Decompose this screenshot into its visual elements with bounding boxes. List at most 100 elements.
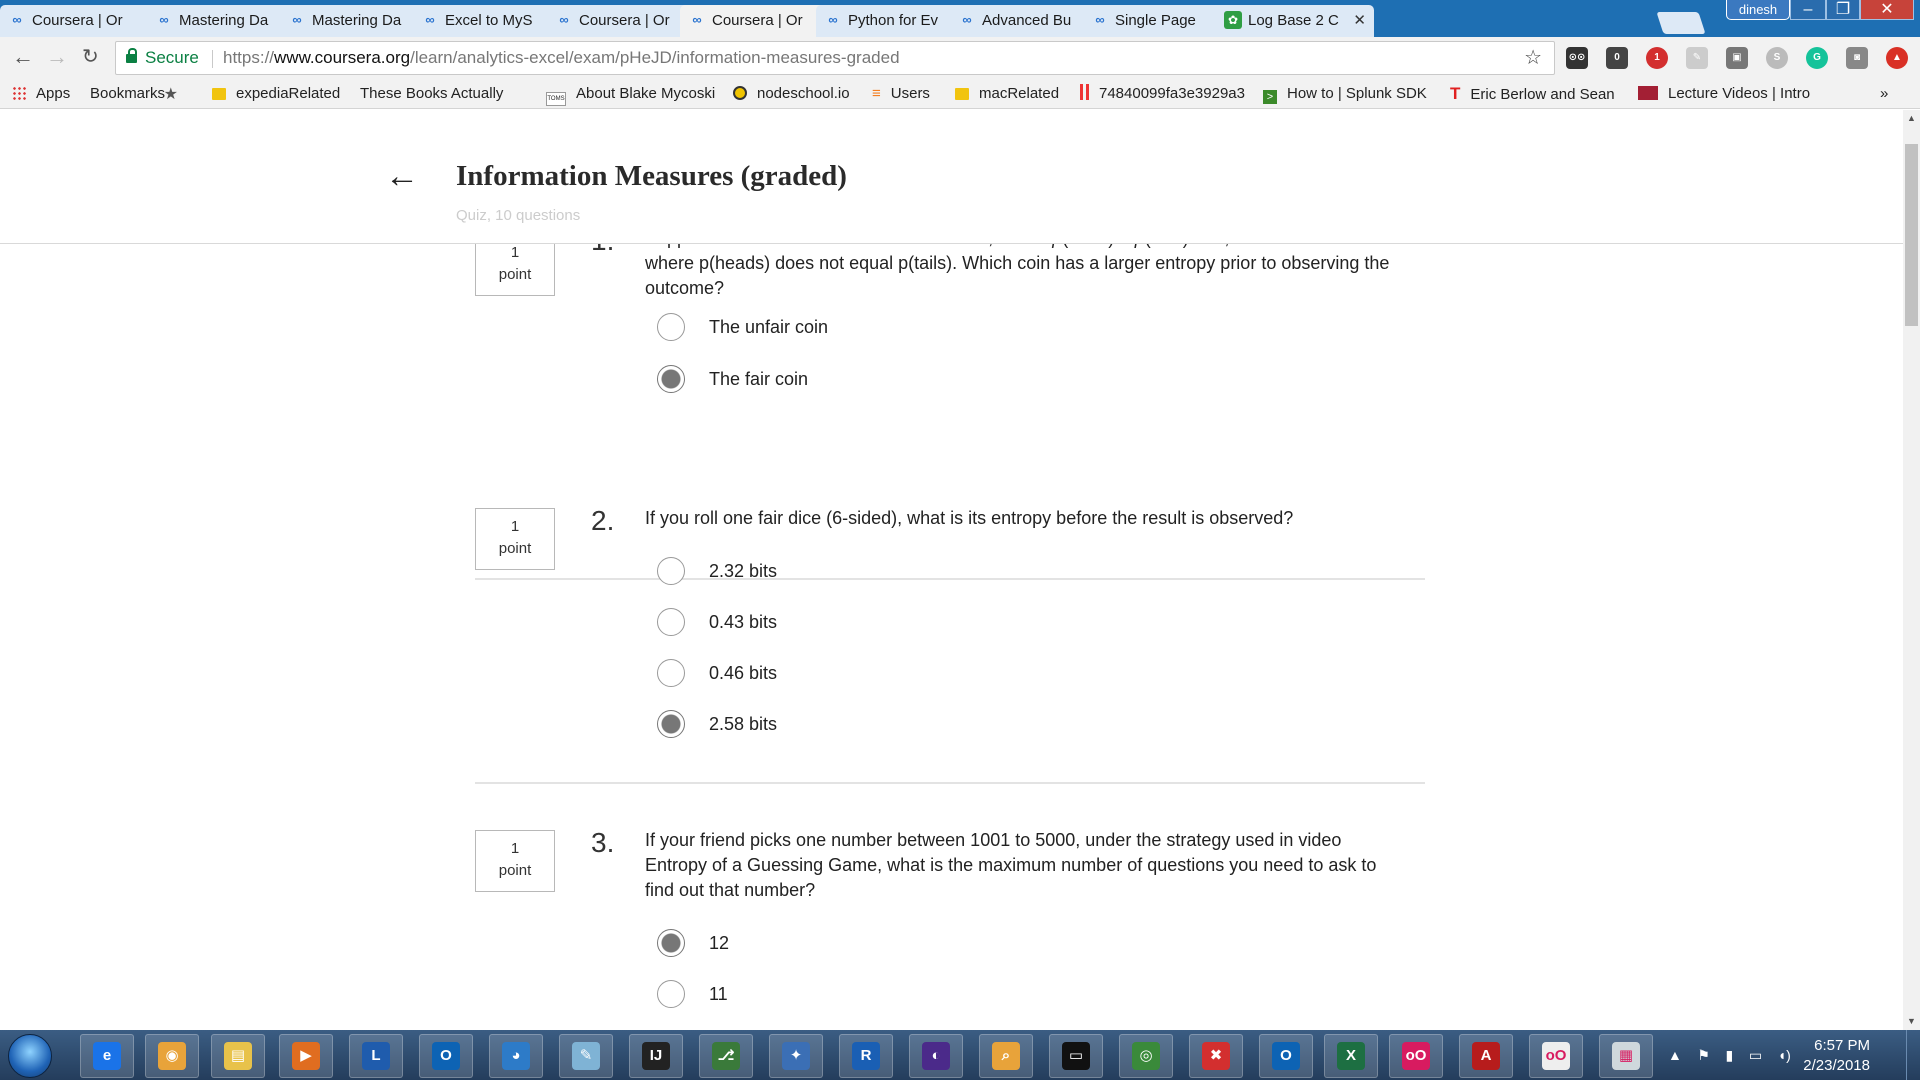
bookmark-item[interactable]: T Eric Berlow and Sean <box>1450 79 1630 110</box>
radio-unselected[interactable] <box>657 608 685 636</box>
quiz-header: ← Information Measures (graded) Quiz, 10… <box>0 110 1903 244</box>
radio-unselected[interactable] <box>657 313 685 341</box>
answer-option[interactable]: 2.32 bits <box>657 554 1257 586</box>
taskbar-file-explorer-icon[interactable]: ▤ <box>211 1034 265 1078</box>
answer-option[interactable]: 12 <box>657 926 1257 958</box>
browser-tab[interactable]: ∞Coursera | Or✕ <box>0 5 170 37</box>
taskbar-internet-explorer-icon[interactable]: e <box>80 1034 134 1078</box>
radio-selected[interactable] <box>657 710 685 738</box>
taskbar-outlook-icon[interactable]: O <box>419 1034 473 1078</box>
answer-option[interactable]: The fair coin <box>657 362 1257 394</box>
volume-icon[interactable]: ◖) <box>1778 1047 1791 1063</box>
flag-icon[interactable]: ⚑ <box>1697 1047 1710 1063</box>
start-button[interactable] <box>8 1034 52 1078</box>
secure-indicator[interactable]: Secure <box>126 42 199 74</box>
taskbar-coursera-app-icon[interactable]: oO <box>1529 1034 1583 1078</box>
scroll-down-icon[interactable]: ▼ <box>1903 1013 1920 1030</box>
browser-tab[interactable]: ✿ Log Base 2 C ✕ <box>1216 5 1374 37</box>
answer-option[interactable]: 2.58 bits <box>657 707 1257 739</box>
answer-option[interactable]: 0.43 bits <box>657 605 1257 637</box>
answer-label[interactable]: 2.32 bits <box>709 554 777 588</box>
camera-icon[interactable]: ◙ <box>1846 47 1868 69</box>
radio-unselected[interactable] <box>657 980 685 1008</box>
scroll-up-icon[interactable]: ▲ <box>1903 110 1920 127</box>
answer-label[interactable]: 0.43 bits <box>709 605 777 639</box>
answer-label[interactable]: 12 <box>709 926 729 960</box>
bookmarks-overflow-button[interactable]: » <box>1880 79 1888 109</box>
radio-selected[interactable] <box>657 929 685 957</box>
tab-close-icon[interactable]: ✕ <box>1353 5 1366 36</box>
bookmark-item[interactable]: nodeschool.io <box>733 79 858 109</box>
taskbar-acrobat-icon[interactable]: A <box>1459 1034 1513 1078</box>
bookmark-item[interactable]: Apps <box>12 79 84 109</box>
taskbar-tools-icon[interactable]: ✦ <box>769 1034 823 1078</box>
close-window-button[interactable]: ✕ <box>1860 0 1914 20</box>
answer-option[interactable]: The unfair coin <box>657 310 1257 342</box>
answer-option[interactable]: 0.46 bits <box>657 656 1257 688</box>
extension-feather-icon[interactable]: ✎ <box>1686 47 1708 69</box>
bookmark-item[interactable]: ★ Bookmarks <box>90 79 200 109</box>
bookmark-item[interactable]: These Books Actually <box>360 79 535 109</box>
radio-unselected[interactable] <box>657 659 685 687</box>
show-desktop-button[interactable] <box>1906 1030 1920 1080</box>
taskbar-intellij-icon[interactable]: IJ <box>629 1034 683 1078</box>
scrollbar-thumb[interactable] <box>1905 144 1918 326</box>
grammarly-icon[interactable]: G <box>1806 47 1828 69</box>
ghostery-icon[interactable]: 0 <box>1606 47 1628 69</box>
back-arrow-icon[interactable]: ← <box>385 156 419 196</box>
back-icon[interactable]: ← <box>12 45 34 69</box>
bookmark-item[interactable]: expediaRelated <box>212 79 347 109</box>
bookmark-item[interactable]: > How to | Splunk SDK <box>1263 79 1438 109</box>
tray-expand-icon[interactable]: ▲ <box>1668 1047 1682 1063</box>
profile-button[interactable]: dinesh <box>1726 0 1790 20</box>
answer-label[interactable]: 11 <box>709 977 728 1011</box>
network-icon[interactable]: ▭ <box>1749 1047 1762 1063</box>
bookmark-item[interactable]: ≡ Users <box>872 79 947 109</box>
taskbar-chrome-icon[interactable]: ◉ <box>145 1034 199 1078</box>
forward-icon[interactable]: → <box>46 45 68 69</box>
taskbar-xmind-icon[interactable]: ✖ <box>1189 1034 1243 1078</box>
taskbar-notes-icon[interactable]: ✎ <box>559 1034 613 1078</box>
taskbar-calculator-icon[interactable]: ▦ <box>1599 1034 1653 1078</box>
answer-label[interactable]: The unfair coin <box>709 310 828 344</box>
extension-alert-icon[interactable]: ▲ <box>1886 47 1908 69</box>
new-tab-button[interactable] <box>1656 12 1706 34</box>
bookmark-item[interactable]: macRelated <box>955 79 1070 109</box>
taskbar-outlook-2-icon[interactable]: O <box>1259 1034 1313 1078</box>
extension-box-icon[interactable]: ▣ <box>1726 47 1748 69</box>
url-text[interactable]: https://www.coursera.org/learn/analytics… <box>223 42 900 74</box>
radio-selected[interactable] <box>657 365 685 393</box>
taskbar-media-player-icon[interactable]: ▶ <box>279 1034 333 1078</box>
bookmark-item[interactable]: TOMS About Blake Mycoski <box>546 79 721 109</box>
taskbar-search-tool-icon[interactable]: ⌕ <box>979 1034 1033 1078</box>
taskbar-r-lang-icon[interactable]: R <box>839 1034 893 1078</box>
taskbar-excel-icon[interactable]: X <box>1324 1034 1378 1078</box>
adblock-icon[interactable]: 1 <box>1646 47 1668 69</box>
taskbar-eclipse-icon[interactable]: ◐ <box>909 1034 963 1078</box>
folder-icon <box>955 88 969 100</box>
taskbar-lync-icon[interactable]: L <box>349 1034 403 1078</box>
bookmark-star-icon[interactable]: ☆ <box>1524 42 1542 74</box>
bookmark-item[interactable]: 74840099fa3e3929a3 <box>1080 79 1255 109</box>
answer-label[interactable]: 2.58 bits <box>709 707 777 741</box>
taskbar-browser-globe-icon[interactable]: ◕ <box>489 1034 543 1078</box>
taskbar-git-icon[interactable]: ⎇ <box>699 1034 753 1078</box>
extension-tracker-icon[interactable]: ⊙⊙ <box>1566 47 1588 69</box>
taskbar-flickr-icon[interactable]: oO <box>1389 1034 1443 1078</box>
power-icon[interactable]: ▮ <box>1726 1047 1734 1063</box>
skype-icon[interactable]: S <box>1766 47 1788 69</box>
arrow-icon: > <box>1263 90 1277 104</box>
maximize-button[interactable]: ❐ <box>1826 0 1860 20</box>
taskbar-terminal-icon[interactable]: ▭ <box>1049 1034 1103 1078</box>
clock[interactable]: 6:57 PM 2/23/2018 <box>1803 1036 1870 1076</box>
answer-option[interactable]: 11 <box>657 977 1257 1009</box>
page-scrollbar[interactable]: ▲ ▼ <box>1903 110 1920 1030</box>
reload-icon[interactable]: ↻ <box>82 45 99 69</box>
answer-label[interactable]: 0.46 bits <box>709 656 777 690</box>
taskbar-network-icon[interactable]: ◎ <box>1119 1034 1173 1078</box>
bookmark-item[interactable]: Lecture Videos | Intro <box>1638 79 1813 109</box>
answer-label[interactable]: The fair coin <box>709 362 808 396</box>
address-bar[interactable]: Secure https://www.coursera.org/learn/an… <box>115 41 1555 75</box>
minimize-button[interactable]: ‒ <box>1790 0 1826 20</box>
radio-unselected[interactable] <box>657 557 685 585</box>
